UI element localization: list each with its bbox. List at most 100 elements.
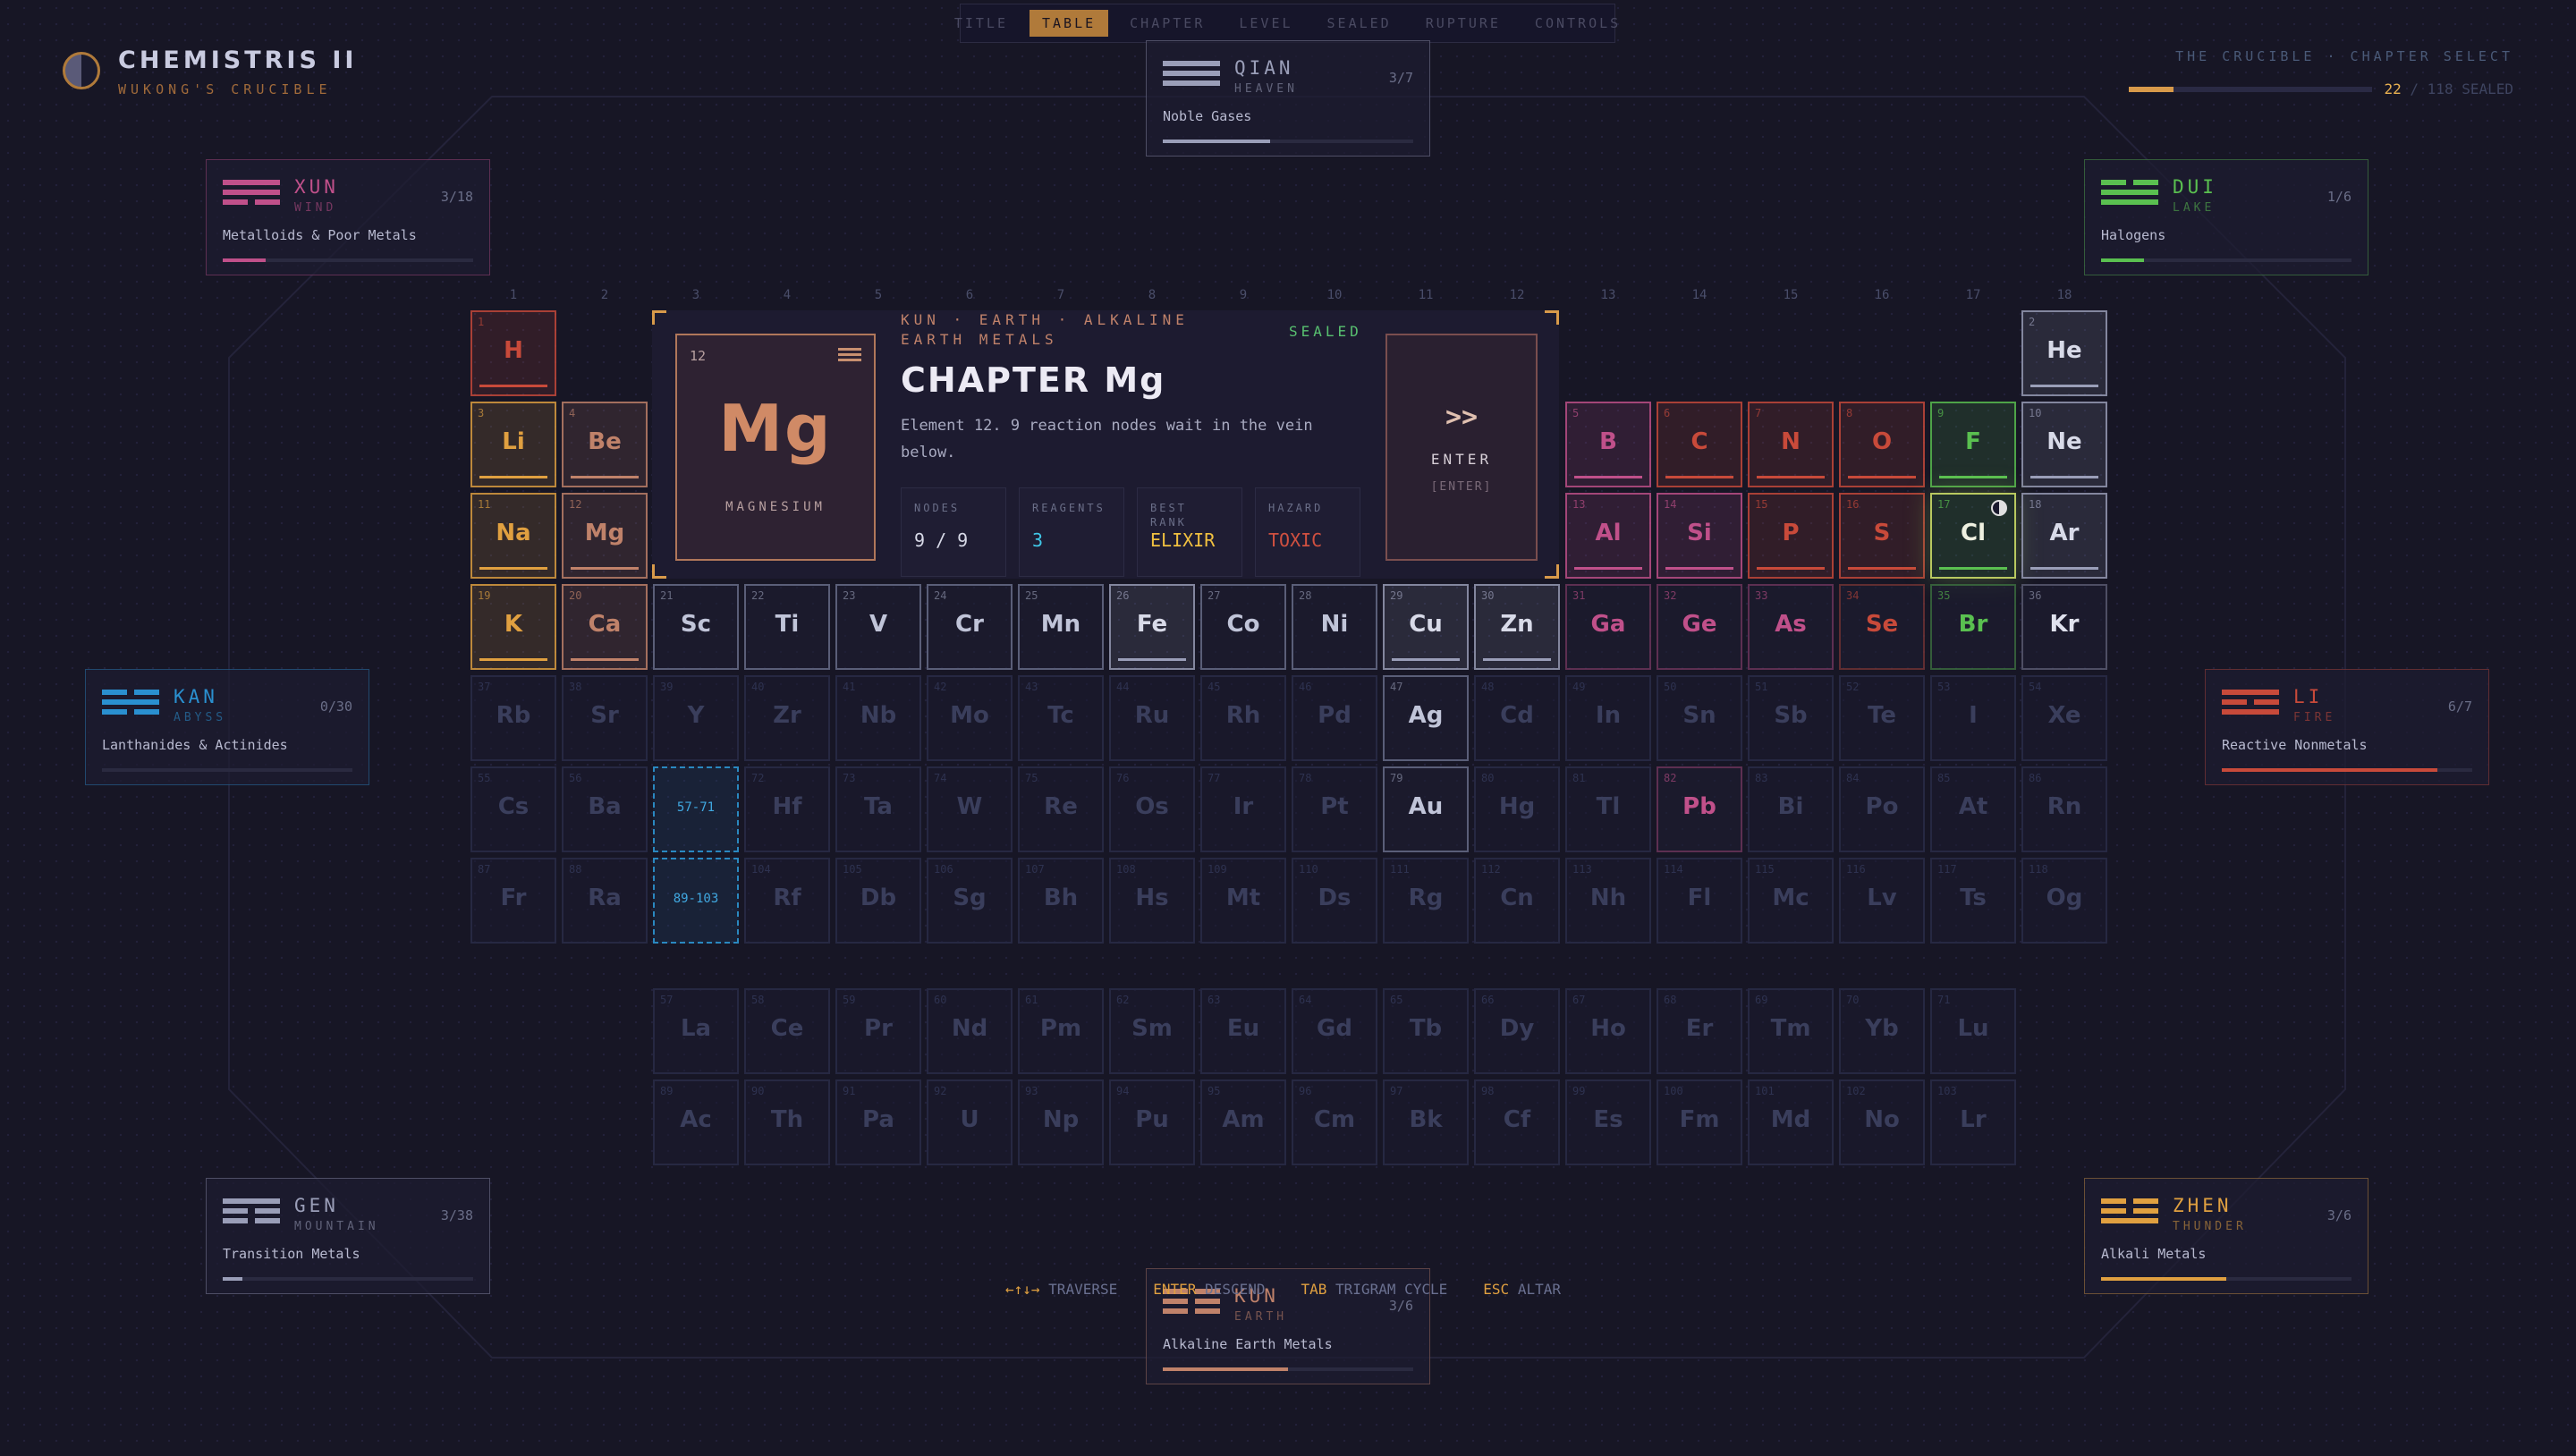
element-cell-li[interactable]: 3 Li (470, 402, 556, 487)
element-cell-c[interactable]: 6C (1657, 402, 1742, 487)
trigram-card-qian[interactable]: QIAN HEAVEN 3/7 Noble Gases (1146, 40, 1430, 157)
series-placeholder-cell[interactable]: 57-71 (653, 766, 739, 852)
enter-chapter-button[interactable]: >> ENTER [ENTER] (1385, 334, 1538, 561)
tab-rupture[interactable]: RUPTURE (1413, 10, 1513, 37)
element-cell-w[interactable]: 74 W (927, 766, 1013, 852)
element-cell-ra[interactable]: 88 Ra (562, 858, 648, 944)
element-cell-zn[interactable]: 30 Zn (1474, 584, 1560, 670)
element-cell-tc[interactable]: 43 Tc (1018, 675, 1104, 761)
element-cell-au[interactable]: 79 Au (1383, 766, 1469, 852)
element-cell-cl[interactable]: 17 Cl (1930, 493, 2016, 579)
element-cell-f[interactable]: 9F (1930, 402, 2016, 487)
element-cell-mn[interactable]: 25 Mn (1018, 584, 1104, 670)
element-cell-gd[interactable]: 64 Gd (1292, 988, 1377, 1074)
element-cell-pt[interactable]: 78 Pt (1292, 766, 1377, 852)
element-cell-bh[interactable]: 107 Bh (1018, 858, 1104, 944)
element-cell-v[interactable]: 23 V (835, 584, 921, 670)
element-cell-p[interactable]: 15 P (1748, 493, 1834, 579)
element-cell-mt[interactable]: 109 Mt (1200, 858, 1286, 944)
element-cell-mc[interactable]: 115 Mc (1748, 858, 1834, 944)
element-cell-es[interactable]: 99 Es (1565, 1079, 1651, 1165)
element-cell-tm[interactable]: 69 Tm (1748, 988, 1834, 1074)
element-cell-co[interactable]: 27 Co (1200, 584, 1286, 670)
element-cell-er[interactable]: 68 Er (1657, 988, 1742, 1074)
element-cell-ds[interactable]: 110 Ds (1292, 858, 1377, 944)
element-cell-os[interactable]: 76 Os (1109, 766, 1195, 852)
element-cell-ac[interactable]: 89 Ac (653, 1079, 739, 1165)
tab-sealed[interactable]: SEALED (1315, 10, 1404, 37)
element-cell-cu[interactable]: 29 Cu (1383, 584, 1469, 670)
element-cell-ge[interactable]: 32 Ge (1657, 584, 1742, 670)
element-cell-te[interactable]: 52 Te (1839, 675, 1925, 761)
element-cell-fr[interactable]: 87 Fr (470, 858, 556, 944)
element-cell-md[interactable]: 101 Md (1748, 1079, 1834, 1165)
element-cell-rg[interactable]: 111 Rg (1383, 858, 1469, 944)
element-cell-sr[interactable]: 38 Sr (562, 675, 648, 761)
element-cell-rb[interactable]: 37 Rb (470, 675, 556, 761)
element-cell-na[interactable]: 11 Na (470, 493, 556, 579)
element-cell-bk[interactable]: 97 Bk (1383, 1079, 1469, 1165)
tab-level[interactable]: LEVEL (1226, 10, 1305, 37)
element-cell-be[interactable]: 4 Be (562, 402, 648, 487)
element-cell-og[interactable]: 118 Og (2021, 858, 2107, 944)
element-cell-at[interactable]: 85 At (1930, 766, 2016, 852)
element-cell-mg[interactable]: 12 Mg (562, 493, 648, 579)
element-cell-rh[interactable]: 45 Rh (1200, 675, 1286, 761)
trigram-card-gen[interactable]: GEN MOUNTAIN 3/38 Transition Metals (206, 1178, 490, 1294)
element-cell-sm[interactable]: 62 Sm (1109, 988, 1195, 1074)
element-cell-sg[interactable]: 106 Sg (927, 858, 1013, 944)
element-cell-ir[interactable]: 77 Ir (1200, 766, 1286, 852)
trigram-card-li[interactable]: LI FIRE 6/7 Reactive Nonmetals (2205, 669, 2489, 785)
element-cell-xe[interactable]: 54 Xe (2021, 675, 2107, 761)
element-cell-in[interactable]: 49 In (1565, 675, 1651, 761)
element-cell-kr[interactable]: 36 Kr (2021, 584, 2107, 670)
element-cell-ru[interactable]: 44 Ru (1109, 675, 1195, 761)
element-cell-cm[interactable]: 96 Cm (1292, 1079, 1377, 1165)
trigram-card-zhen[interactable]: ZHEN THUNDER 3/6 Alkali Metals (2084, 1178, 2368, 1294)
element-cell-se[interactable]: 34 Se (1839, 584, 1925, 670)
element-cell-as[interactable]: 33 As (1748, 584, 1834, 670)
element-cell-pr[interactable]: 59 Pr (835, 988, 921, 1074)
element-cell-tl[interactable]: 81 Tl (1565, 766, 1651, 852)
element-cell-hs[interactable]: 108 Hs (1109, 858, 1195, 944)
element-cell-hf[interactable]: 72 Hf (744, 766, 830, 852)
trigram-card-dui[interactable]: DUI LAKE 1/6 Halogens (2084, 159, 2368, 275)
element-cell-h[interactable]: 1H (470, 310, 556, 396)
element-cell-sc[interactable]: 21 Sc (653, 584, 739, 670)
element-cell-ba[interactable]: 56 Ba (562, 766, 648, 852)
element-cell-ti[interactable]: 22 Ti (744, 584, 830, 670)
element-cell-he[interactable]: 2 He (2021, 310, 2107, 396)
element-cell-o[interactable]: 8O (1839, 402, 1925, 487)
element-cell-th[interactable]: 90 Th (744, 1079, 830, 1165)
element-cell-hg[interactable]: 80 Hg (1474, 766, 1560, 852)
element-cell-br[interactable]: 35 Br (1930, 584, 2016, 670)
tab-title[interactable]: TITLE (942, 10, 1021, 37)
element-cell-ag[interactable]: 47 Ag (1383, 675, 1469, 761)
element-cell-b[interactable]: 5B (1565, 402, 1651, 487)
element-cell-eu[interactable]: 63 Eu (1200, 988, 1286, 1074)
element-cell-n[interactable]: 7N (1748, 402, 1834, 487)
element-cell-fl[interactable]: 114 Fl (1657, 858, 1742, 944)
trigram-card-kan[interactable]: KAN ABYSS 0/30 Lanthanides & Actinides (85, 669, 369, 785)
element-cell-ni[interactable]: 28 Ni (1292, 584, 1377, 670)
element-cell-ne[interactable]: 10 Ne (2021, 402, 2107, 487)
element-cell-pb[interactable]: 82 Pb (1657, 766, 1742, 852)
element-cell-ca[interactable]: 20 Ca (562, 584, 648, 670)
element-cell-u[interactable]: 92 U (927, 1079, 1013, 1165)
element-cell-lu[interactable]: 71 Lu (1930, 988, 2016, 1074)
element-cell-cf[interactable]: 98 Cf (1474, 1079, 1560, 1165)
element-cell-cn[interactable]: 112 Cn (1474, 858, 1560, 944)
tab-controls[interactable]: CONTROLS (1522, 10, 1633, 37)
element-cell-si[interactable]: 14 Si (1657, 493, 1742, 579)
element-cell-pu[interactable]: 94 Pu (1109, 1079, 1195, 1165)
element-cell-nb[interactable]: 41 Nb (835, 675, 921, 761)
element-cell-ho[interactable]: 67 Ho (1565, 988, 1651, 1074)
element-cell-i[interactable]: 53 I (1930, 675, 2016, 761)
element-cell-ar[interactable]: 18 Ar (2021, 493, 2107, 579)
element-cell-no[interactable]: 102 No (1839, 1079, 1925, 1165)
element-cell-re[interactable]: 75 Re (1018, 766, 1104, 852)
element-cell-fm[interactable]: 100 Fm (1657, 1079, 1742, 1165)
element-cell-yb[interactable]: 70 Yb (1839, 988, 1925, 1074)
element-cell-pm[interactable]: 61 Pm (1018, 988, 1104, 1074)
element-cell-po[interactable]: 84 Po (1839, 766, 1925, 852)
